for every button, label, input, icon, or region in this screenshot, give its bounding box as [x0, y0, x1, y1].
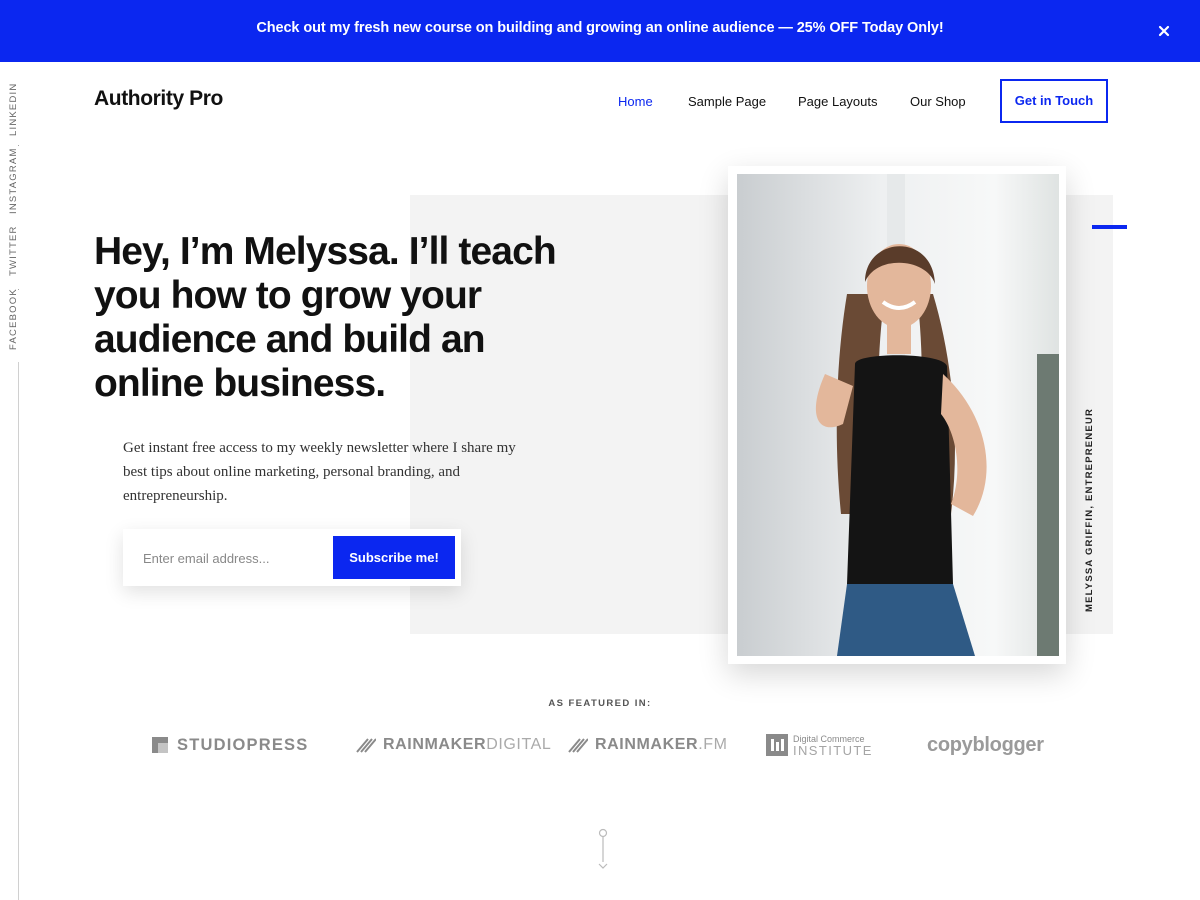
rail-divider	[18, 362, 19, 900]
get-in-touch-button[interactable]: Get in Touch	[1000, 79, 1108, 123]
hero-intro-text: Get instant free access to my weekly new…	[123, 440, 516, 504]
accent-dash	[1092, 225, 1127, 229]
portrait-caption: MELYSSA GRIFFIN, ENTREPRENEUR	[1084, 407, 1095, 612]
rainmaker-fm-suffix: .FM	[698, 736, 728, 753]
portrait-card	[728, 166, 1066, 664]
social-link-twitter[interactable]: TWITTER	[8, 225, 19, 276]
studiopress-logo[interactable]: STUDIOPRESS	[152, 730, 308, 760]
announcement-text[interactable]: Check out my fresh new course on buildin…	[0, 20, 1200, 36]
hero-headline: Hey, I’m Melyssa. I’ll teach you how to …	[94, 230, 557, 405]
scroll-down-arrow-icon[interactable]	[596, 828, 610, 872]
rainmaker-fm-wordmark: RAINMAKER	[595, 736, 699, 753]
social-separator: ·	[17, 284, 20, 294]
rainmaker-digital-wordmark: RAINMAKER	[383, 736, 487, 753]
nav-item-page-layouts[interactable]: Page Layouts	[798, 94, 878, 109]
rainmaker-digital-logo[interactable]: RAINMAKER DIGITAL	[356, 730, 551, 760]
social-link-facebook[interactable]: FACEBOOK	[8, 288, 19, 350]
site-title[interactable]: Authority Pro	[94, 87, 223, 111]
nav-item-home[interactable]: Home	[618, 94, 653, 109]
rainmaker-mark-icon	[356, 737, 377, 753]
social-link-linkedin[interactable]: LINKEDIN	[8, 83, 19, 136]
email-input[interactable]	[133, 537, 333, 579]
studiopress-wordmark: STUDIOPRESS	[177, 735, 309, 754]
close-icon[interactable]	[1152, 19, 1176, 43]
nav-item-sample-page[interactable]: Sample Page	[688, 94, 766, 109]
dci-wordmark-bottom: INSTITUTE	[793, 743, 873, 758]
digital-commerce-institute-logo[interactable]: Digital Commerce INSTITUTE	[766, 730, 873, 760]
portrait-photo	[737, 174, 1059, 656]
announcement-bar: Check out my fresh new course on buildin…	[0, 0, 1200, 62]
featured-in-label: AS FEATURED IN:	[548, 698, 652, 709]
newsletter-form: Subscribe me!	[123, 529, 461, 586]
nav-item-our-shop[interactable]: Our Shop	[910, 94, 966, 109]
rainmaker-mark-icon	[568, 737, 589, 753]
rainmaker-digital-suffix: DIGITAL	[486, 736, 552, 753]
copyblogger-logo[interactable]: copyblogger	[927, 730, 1044, 760]
rainmaker-fm-logo[interactable]: RAINMAKER .FM	[568, 730, 728, 760]
dci-mark-icon	[766, 734, 788, 756]
subscribe-button[interactable]: Subscribe me!	[333, 536, 455, 579]
social-separator: ·	[17, 140, 20, 150]
social-link-instagram[interactable]: INSTAGRAM	[8, 147, 19, 214]
studiopress-mark-icon	[152, 737, 168, 753]
social-links: FACEBOOK · TWITTER · INSTAGRAM · LINKEDI…	[8, 78, 30, 370]
